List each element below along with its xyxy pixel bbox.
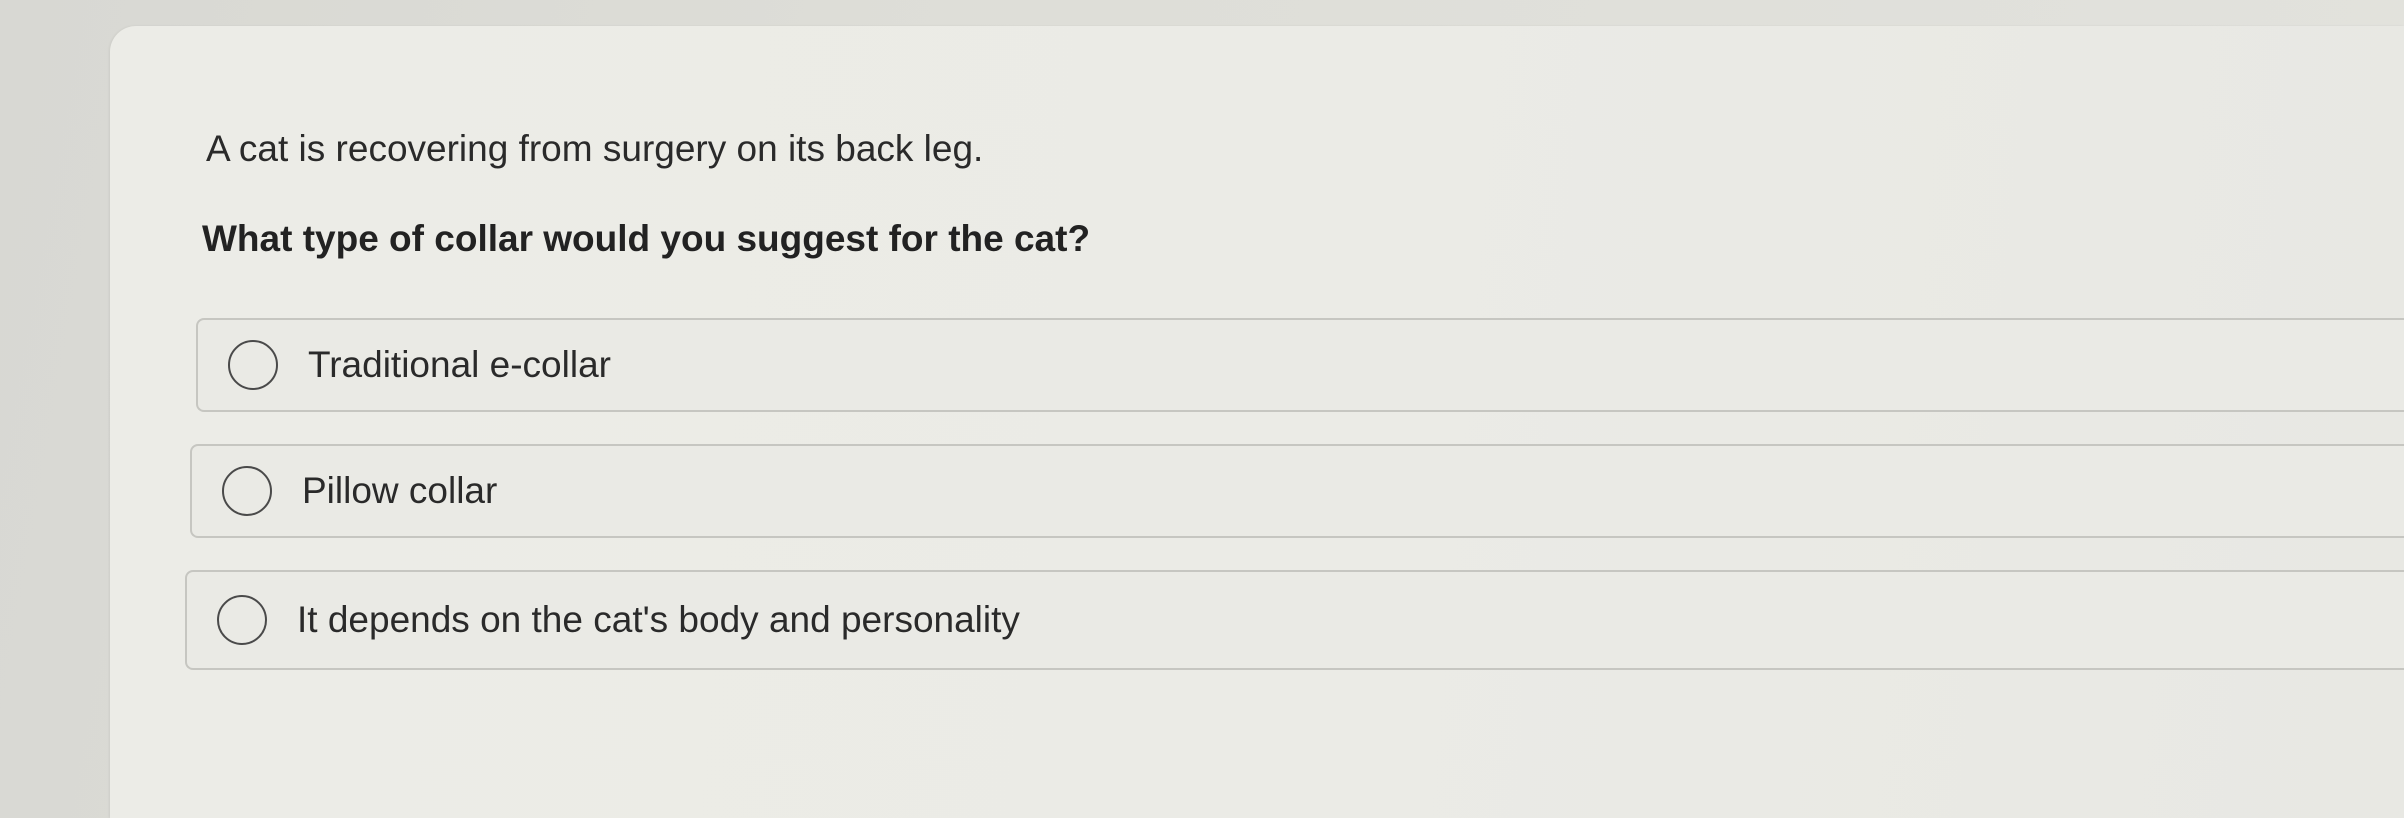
answer-option-label: It depends on the cat's body and persona… [297, 599, 1020, 640]
radio-button[interactable] [217, 595, 267, 645]
question-text: A cat is recovering from surgery on its … [206, 128, 984, 169]
answer-option-traditional-e-collar[interactable]: Traditional e-collar [196, 318, 2404, 412]
answer-option-label: Traditional e-collar [308, 344, 611, 385]
question-prompt: What type of collar would you suggest fo… [202, 218, 1091, 259]
answer-option-label: Pillow collar [302, 470, 498, 511]
radio-button[interactable] [228, 340, 278, 390]
answer-option-it-depends[interactable]: It depends on the cat's body and persona… [185, 570, 2404, 670]
answer-option-pillow-collar[interactable]: Pillow collar [190, 444, 2404, 538]
radio-button[interactable] [222, 466, 272, 516]
